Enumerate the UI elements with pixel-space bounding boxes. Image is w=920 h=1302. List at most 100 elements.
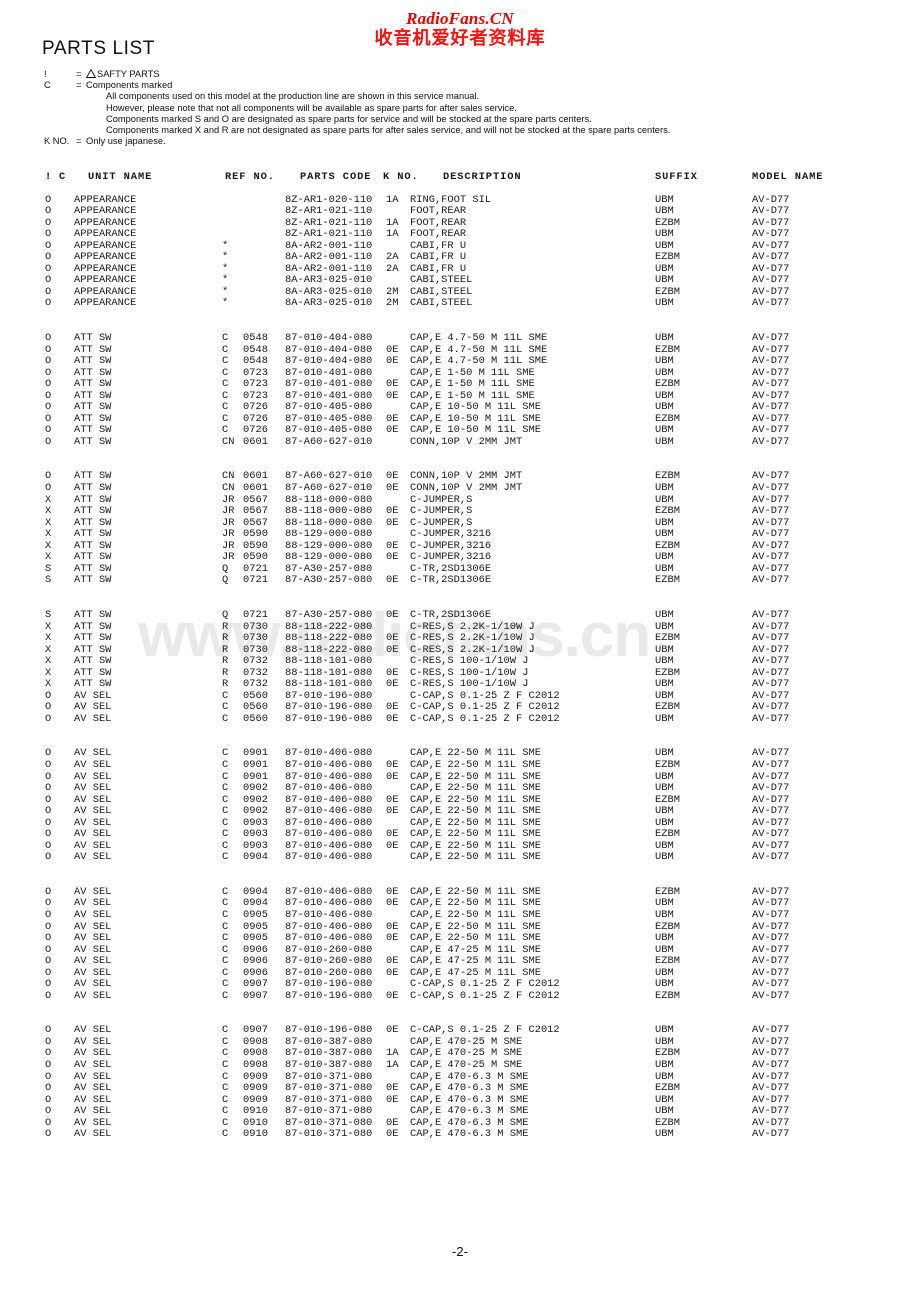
cell-description: CABI,STEEL [410, 297, 473, 310]
cell-parts-code: 87-010-404-080 [285, 332, 373, 345]
table-row: O AV SEL C 0907 87-010-196-080 0E C-CAP,S 0.1-… [0, 989, 920, 1003]
cell-unit-name: APPEARANCE [74, 228, 137, 241]
cell-ref-prefix: CN [222, 435, 235, 448]
cell-description: CAP,E 22-50 M 11L SME [410, 851, 541, 864]
block-separator [0, 1002, 920, 1025]
column-header-flag: ! [45, 171, 53, 183]
cell-unit-name: AV SEL [74, 989, 112, 1002]
cell-description: CAP,E 47-25 M 11L SME [410, 955, 541, 968]
cell-model-name: AV-D77 [752, 482, 790, 495]
cell-flag: O [45, 482, 52, 495]
block-separator [0, 587, 920, 610]
column-header-parts-code: PARTS CODE [300, 171, 372, 183]
legend-row: However, please note that not all compon… [44, 103, 670, 114]
cell-ref-prefix: C [222, 851, 229, 864]
legend-equals: = [76, 80, 82, 91]
cell-model-name: AV-D77 [752, 574, 790, 587]
cell-k-no: 0E [386, 632, 399, 645]
legend-row: C = Components marked [44, 80, 670, 91]
column-header-suffix: SUFFIX [655, 171, 698, 183]
cell-k-no: 0E [386, 505, 399, 518]
cell-suffix: EZBM [655, 955, 680, 968]
cell-parts-code: 87-010-406-080 [285, 908, 373, 921]
cell-ref-number: 0548 [243, 332, 268, 345]
cell-description: CAP,E 22-50 M 11L SME [410, 805, 541, 818]
cell-description: C-TR,2SD1306E [410, 608, 492, 621]
site-logo-latin: RadioFans.CN [406, 9, 514, 28]
cell-k-no: 0E [386, 574, 399, 587]
cell-description: CAP,E 470-6.3 M SME [410, 1082, 529, 1095]
table-row: O ATT SW CN 0601 87-A60-627-010 CONN,10P V 2M… [0, 435, 920, 449]
cell-parts-code: 87-010-387-080 [285, 1059, 373, 1071]
cell-model-name: AV-D77 [752, 1082, 790, 1095]
cell-parts-code: 8A-AR3-025-010 [285, 297, 373, 310]
cell-ref-prefix: R [222, 655, 229, 668]
cell-unit-name: AV SEL [74, 1059, 112, 1071]
cell-k-no: 0E [386, 955, 399, 968]
cell-ref-number: 0907 [243, 989, 268, 1002]
legend-row: All components used on this model at the… [44, 91, 670, 102]
cell-flag: S [45, 608, 52, 621]
cell-unit-name: APPEARANCE [74, 205, 137, 218]
legend-row: K NO. = Only use japanese. [44, 136, 670, 147]
cell-k-no: 0E [386, 897, 399, 910]
cell-k-no: 0E [386, 516, 399, 529]
cell-ref-number: 0721 [243, 608, 268, 621]
cell-ref-prefix: C [222, 932, 229, 945]
cell-k-no: 0E [386, 678, 399, 691]
cell-flag: O [45, 782, 52, 795]
footer-page-number: -2- [452, 1244, 468, 1259]
cell-parts-code: 87-010-406-080 [285, 758, 373, 771]
cell-ref-number: 0560 [243, 712, 268, 725]
cell-model-name: AV-D77 [752, 505, 790, 518]
cell-suffix: UBM [655, 655, 674, 668]
cell-description: C-CAP,S 0.1-25 Z F C2012 [410, 712, 560, 725]
block-separator [0, 448, 920, 471]
table-row: O APPEARANCE * 8A-AR3-025-010 2M CABI,STEEL UB… [0, 298, 920, 310]
cell-parts-code: 87-010-406-080 [285, 805, 373, 818]
table-row: O AV SEL C 0901 87-010-406-080 0E CAP,E 22-50 … [0, 758, 920, 772]
cell-model-name: AV-D77 [752, 608, 790, 621]
header-spacer [0, 184, 920, 195]
cell-k-no: 0E [386, 770, 399, 783]
cell-description: CAP,E 22-50 M 11L SME [410, 932, 541, 945]
cell-suffix: UBM [655, 1128, 674, 1141]
cell-ref-number: 0906 [243, 955, 268, 968]
block-separator [0, 725, 920, 748]
cell-ref-prefix: Q [222, 574, 229, 587]
cell-unit-name: ATT SW [74, 482, 112, 495]
cell-k-no: 0E [386, 1024, 399, 1037]
cell-model-name: AV-D77 [752, 1105, 790, 1118]
cell-flag: O [45, 228, 52, 241]
cell-model-name: AV-D77 [752, 332, 790, 345]
cell-parts-code: 87-A60-627-010 [285, 435, 373, 448]
cell-k-no: 1A [386, 228, 399, 241]
table-row: O AV SEL C 0560 87-010-196-080 0E C-CAP,S 0.1-… [0, 712, 920, 726]
cell-flag: S [45, 574, 52, 587]
cell-k-no: 0E [386, 805, 399, 818]
cell-k-no: 0E [386, 1128, 399, 1141]
cell-description: CAP,E 22-50 M 11L SME [410, 758, 541, 771]
cell-ref-prefix: CN [222, 482, 235, 495]
table-row: O AV SEL C 0909 87-010-371-080 0E CAP,E 470-6.… [0, 1083, 920, 1095]
cell-k-no: 0E [386, 608, 399, 621]
cell-parts-code: 87-010-404-080 [285, 355, 373, 368]
cell-k-no: 0E [386, 839, 399, 852]
cell-model-name: AV-D77 [752, 228, 790, 241]
column-header-model-name: MODEL NAME [752, 171, 824, 183]
cell-flag: O [45, 355, 52, 368]
cell-description: CAP,E 470-6.3 M SME [410, 1128, 529, 1141]
cell-flag: O [45, 1082, 52, 1095]
cell-ref-prefix: * [222, 297, 229, 310]
cell-ref-prefix: C [222, 1128, 229, 1141]
cell-description: CONN,10P V 2MM JMT [410, 435, 523, 448]
cell-suffix: UBM [655, 435, 674, 448]
cell-ref-prefix: C [222, 989, 229, 1002]
cell-ref-prefix: JR [222, 505, 235, 518]
cell-unit-name: AV SEL [74, 1105, 112, 1118]
cell-description: CAP,E 4.7-50 M 11L SME [410, 332, 548, 345]
table-row: S ATT SW Q 0721 87-A30-257-080 0E C-TR,2SD1306… [0, 575, 920, 587]
legend-row: ! = SAFTY PARTS [44, 69, 670, 80]
cell-model-name: AV-D77 [752, 1128, 790, 1141]
legend-text: However, please note that not all compon… [106, 102, 517, 113]
